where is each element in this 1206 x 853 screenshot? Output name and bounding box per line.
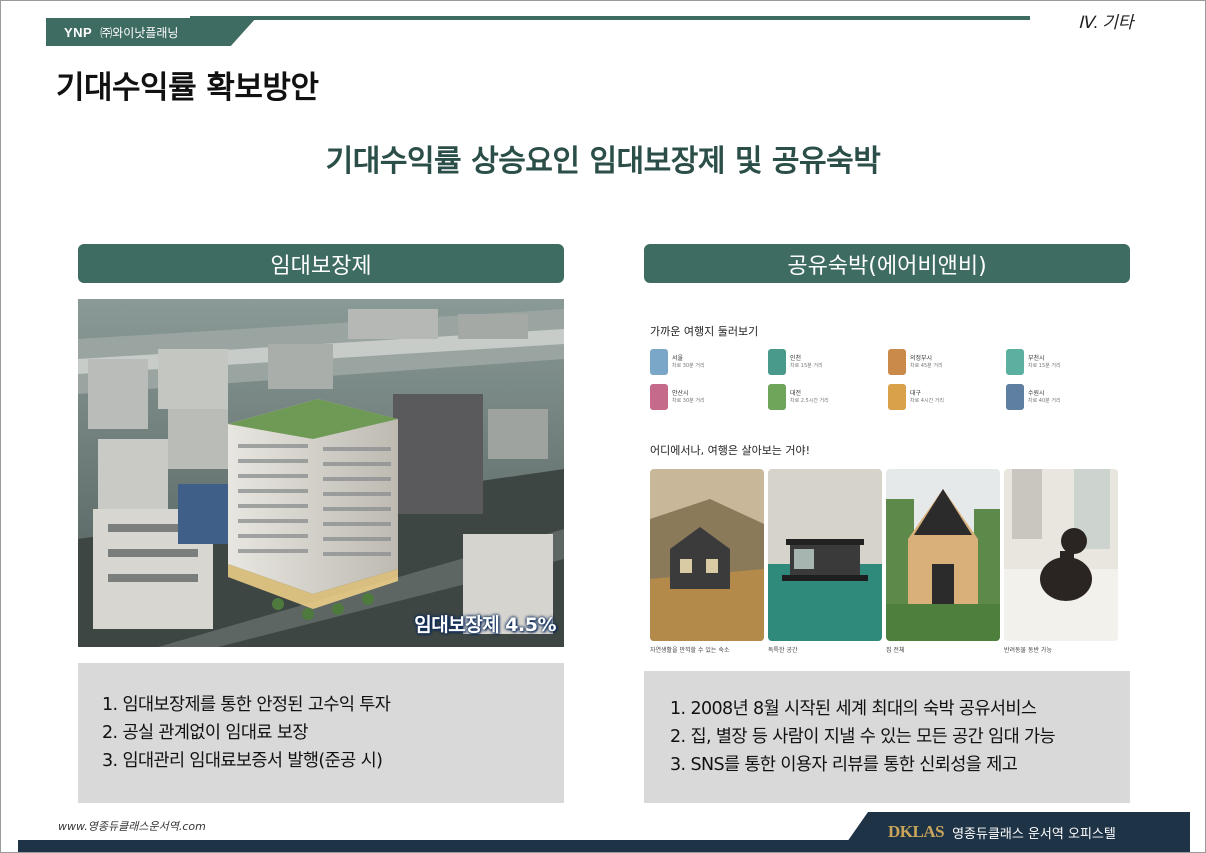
photo-dog-bed <box>1004 469 1118 641</box>
airbnb-point: 2. 집, 별장 등 사람이 지낼 수 있는 모든 공간 임대 가능 <box>670 727 1056 747</box>
destination-name: 서울 <box>672 354 684 362</box>
destination-item: 인천 차로 15분 거리 <box>768 349 823 375</box>
airbnb-screenshot: 가까운 여행지 둘러보기 서울 차로 30분 거리 인천 차로 15분 거리 의정부… <box>644 299 1130 659</box>
destination-thumb <box>650 349 668 375</box>
section-tag: Ⅳ. 기타 <box>1078 13 1134 32</box>
footer-brand: DKLAS 영종듀클래스 운서역 오피스텔 <box>840 812 1190 852</box>
destination-name: 대전 <box>790 389 802 397</box>
rent-point: 3. 임대관리 임대료보증서 발행(준공 시) <box>102 751 383 771</box>
photo-caption: 자연생활을 만끽할 수 있는 숙소 <box>650 647 730 654</box>
rent-guarantee-header: 임대보장제 <box>78 244 564 283</box>
destination-item: 대구 차로 4시간 거리 <box>888 384 944 410</box>
destination-distance: 차로 30분 거리 <box>672 362 705 369</box>
logo-mark: YNP <box>64 24 93 40</box>
building-rendering <box>78 299 564 647</box>
destination-item: 부천시 차로 15분 거리 <box>1006 349 1061 375</box>
brand-name: 영종듀클래스 운서역 오피스텔 <box>952 826 1116 842</box>
destination-item: 대전 차로 2.5시간 거리 <box>768 384 829 410</box>
destination-name: 수원시 <box>1028 389 1045 397</box>
airbnb-points: 1. 2008년 8월 시작된 세계 최대의 숙박 공유서비스 2. 집, 별장… <box>644 671 1130 803</box>
photo-aframe-house <box>886 469 1000 641</box>
nearby-title: 가까운 여행지 둘러보기 <box>650 325 759 338</box>
photo-nature-house <box>650 469 764 641</box>
destination-thumb <box>1006 349 1024 375</box>
page-title: 기대수익률 확보방안 <box>56 70 319 106</box>
photo-floating-house <box>768 469 882 641</box>
destination-thumb <box>768 384 786 410</box>
airbnb-point: 1. 2008년 8월 시작된 세계 최대의 숙박 공유서비스 <box>670 699 1037 719</box>
destination-thumb <box>888 384 906 410</box>
destination-distance: 차로 15분 거리 <box>790 362 823 369</box>
destination-thumb <box>1006 384 1024 410</box>
anywhere-title: 어디에서나, 여행은 살아보는 거야! <box>650 444 811 457</box>
company-name: ㈜와이낫플래닝 <box>100 25 179 40</box>
destination-distance: 차로 2.5시간 거리 <box>790 397 829 404</box>
rent-point: 1. 임대보장제를 통한 안정된 고수익 투자 <box>102 695 391 715</box>
rent-guarantee-points: 1. 임대보장제를 통한 안정된 고수익 투자 2. 공실 관계없이 임대료 보… <box>78 663 564 803</box>
top-rule <box>190 16 1030 20</box>
destination-name: 부천시 <box>1028 354 1045 362</box>
destination-name: 의정부시 <box>910 354 933 362</box>
destination-distance: 차로 15분 거리 <box>1028 362 1061 369</box>
destination-thumb <box>888 349 906 375</box>
brand-logo: DKLAS <box>888 822 945 841</box>
destination-item: 서울 차로 30분 거리 <box>650 349 705 375</box>
destination-name: 인천 <box>790 354 802 362</box>
airbnb-header: 공유숙박(에어비앤비) <box>644 244 1130 283</box>
destination-name: 대구 <box>910 389 922 397</box>
destination-item: 의정부시 차로 45분 거리 <box>888 349 943 375</box>
rent-guarantee-badge: 임대보장제 4.5% <box>414 614 556 636</box>
destination-distance: 차로 4시간 거리 <box>910 397 944 404</box>
destination-distance: 차로 45분 거리 <box>910 362 943 369</box>
destination-thumb <box>650 384 668 410</box>
company-logo: YNP ㈜와이낫플래닝 <box>46 18 256 46</box>
photo-caption: 반려동물 동반 가능 <box>1004 647 1052 654</box>
destination-item: 수원시 차로 40분 거리 <box>1006 384 1061 410</box>
airbnb-point: 3. SNS를 통한 이용자 리뷰를 통한 신뢰성을 제고 <box>670 755 1018 775</box>
destination-name: 안산시 <box>672 389 689 397</box>
destination-item: 안산시 차로 30분 거리 <box>650 384 705 410</box>
footer-url: www.영종듀클래스운서역.com <box>58 820 206 833</box>
page-subtitle: 기대수익률 상승요인 임대보장제 및 공유숙박 <box>325 144 881 179</box>
destination-thumb <box>768 349 786 375</box>
destination-distance: 차로 30분 거리 <box>672 397 705 404</box>
destination-distance: 차로 40분 거리 <box>1028 397 1061 404</box>
rent-point: 2. 공실 관계없이 임대료 보장 <box>102 723 308 743</box>
building-rendering-image: 임대보장제 4.5% <box>78 299 564 647</box>
photo-caption: 집 전체 <box>886 647 905 654</box>
photo-caption: 독특한 공간 <box>768 647 798 654</box>
